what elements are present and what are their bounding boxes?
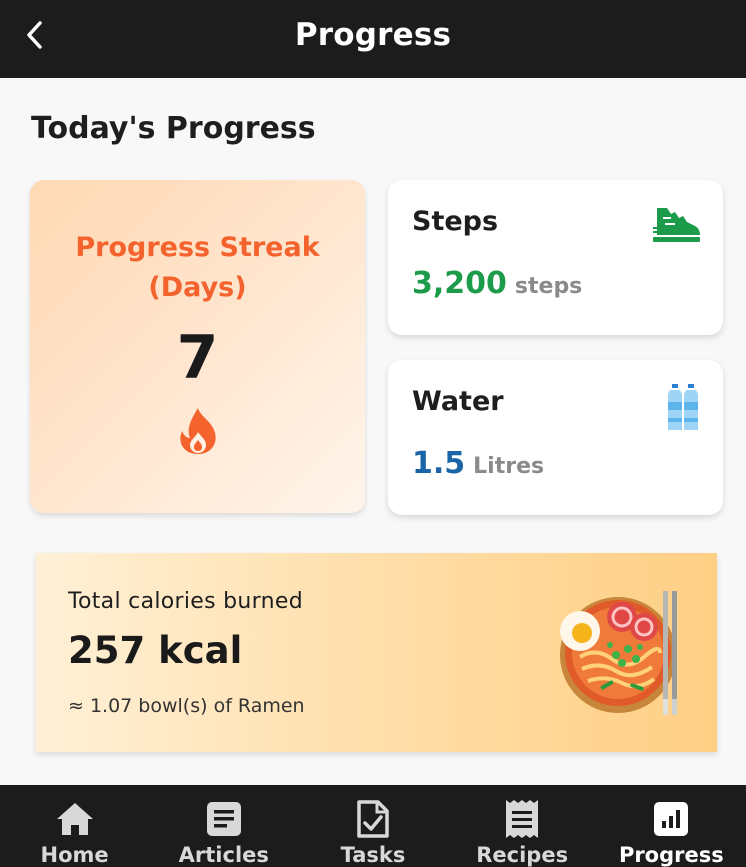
nav-label: Tasks [340,843,406,867]
water-title: Water [412,386,504,417]
steps-title: Steps [412,206,499,237]
nav-item-articles[interactable]: Articles [149,785,298,867]
water-unit: Litres [473,454,545,479]
streak-count: 7 [176,323,219,393]
water-bottles-icon [668,384,698,430]
steps-unit: steps [514,274,583,299]
page-title: Progress [294,17,452,53]
nav-item-home[interactable]: Home [0,785,149,867]
streak-card[interactable]: Progress Streak (Days) 7 [30,180,365,513]
calories-title: Total calories burned [68,589,303,614]
fire-icon [180,408,216,454]
receipt-icon [506,800,539,838]
calories-value: 257 kcal [68,629,243,672]
streak-label: Progress Streak (Days) [75,232,320,303]
nav-label: Recipes [476,843,569,867]
water-value: 1.5 [412,446,466,481]
water-card[interactable]: Water 1.5 Litres [388,360,723,515]
steps-value: 3,200 [412,266,507,301]
calories-card[interactable]: Total calories burned 257 kcal ≈ 1.07 bo… [36,553,717,752]
nav-item-progress[interactable]: Progress [597,785,746,867]
calories-note: ≈ 1.07 bowl(s) of Ramen [68,695,305,717]
nav-label: Home [40,843,109,867]
ramen-bowl-icon [560,591,677,715]
task-icon [357,800,389,838]
nav-label: Articles [178,843,269,867]
home-icon [56,803,93,835]
steps-card[interactable]: Steps 3,200 steps [388,180,723,335]
nav-item-tasks[interactable]: Tasks [298,785,447,867]
shoe-icon [653,208,700,242]
section-title: Today's Progress [31,111,316,146]
nav-item-recipes[interactable]: Recipes [448,785,597,867]
bottom-nav: Home Articles Tasks Recipes Progress [0,785,746,867]
nav-label: Progress [618,843,724,867]
app-bar: Progress [0,0,746,78]
progress-chart-icon [654,802,689,836]
article-icon [206,802,241,836]
